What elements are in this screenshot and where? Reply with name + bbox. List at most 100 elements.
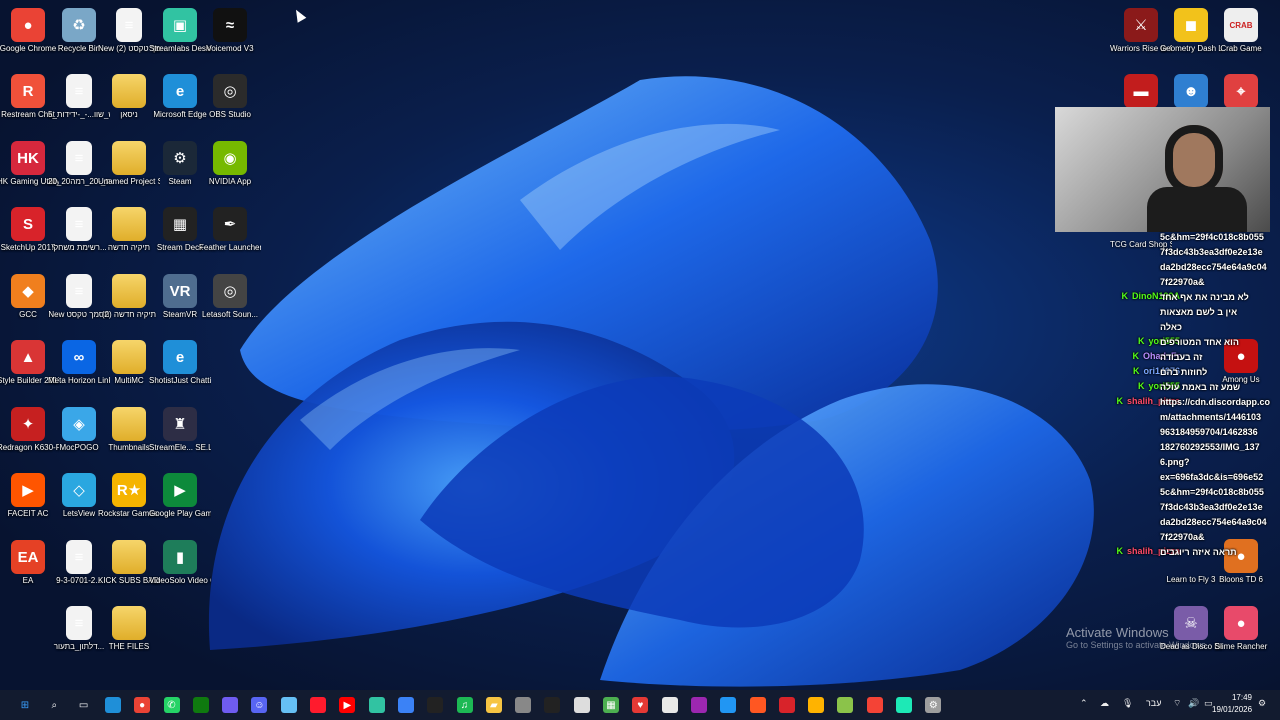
capcut-icon[interactable] [544,697,561,713]
chat-message-text: שמע זה באמת עולה [1160,382,1241,392]
edge-icon[interactable] [104,697,121,713]
game-icon[interactable] [749,697,766,713]
desktop-icon[interactable]: ✒ Feather Launcher [199,203,261,253]
kick-badge-icon: K [1121,291,1128,301]
obs-icon: ◎ [213,74,247,108]
chat-message-text: https://cdn.discordapp.co [1160,397,1271,407]
feather-icon: ✒ [213,207,247,241]
chat-message-text: הוא אחד המטורפים [1160,337,1239,347]
folder-icon [112,407,146,441]
desktop-icon[interactable]: ⌖ [1210,70,1272,110]
restream-icon: R [11,74,45,108]
stream-deck-icon: ▦ [163,207,197,241]
minecraft-launcher-icon[interactable] [837,697,854,713]
voicemod-icon[interactable] [896,697,912,713]
chat-message-text: 7f3dc43b3ea3df0e2e13e [1160,502,1263,512]
steamvr-icon: VR [163,274,197,308]
search-icon[interactable]: ⌕ [46,697,62,713]
opera-icon[interactable] [310,697,326,713]
folder-icon [112,74,146,108]
sketchup-icon[interactable] [778,697,795,713]
photos-icon[interactable] [720,697,737,713]
desktop-icon-label: Letasoft Soun... [201,310,259,319]
desktop-icon-label: ShotistJust Chatting56 [149,376,211,385]
chat-message-text: 5c&hm=29f4c018c8b055 [1160,232,1264,242]
minecraft-icon[interactable]: ▦ [603,697,619,713]
wifi-icon[interactable]: ⌔ [1173,698,1181,709]
folder-icon [112,540,146,574]
whatsapp-icon[interactable]: ✆ [163,697,180,713]
chat-message-text: 7f3dc43b3ea3df0e2e13e [1160,247,1263,257]
language-indicator[interactable]: עבר [1146,698,1161,708]
youtube-icon[interactable]: ▶ [339,697,356,713]
terminal-icon[interactable] [427,697,444,713]
desktop-icon[interactable]: ◎ Letasoft Soun... [199,270,261,320]
geometry-dash-icon: ◼ [1174,8,1208,42]
chrome-icon[interactable]: ● [134,697,151,713]
desktop-icon[interactable]: ◉ NVIDIA App [199,137,261,187]
clock[interactable]: 17:49 19/01/2026 [1212,692,1252,716]
desktop-icon[interactable]: ▶ Google Play Games [149,469,211,519]
app-icon[interactable] [515,697,532,713]
xbox-icon[interactable] [192,697,209,713]
document-icon: ≡ [66,606,92,640]
edge-icon: e [163,340,197,374]
videosolo-icon: ▮ [163,540,197,574]
heart-app-icon[interactable]: ♥ [632,697,649,713]
hk-gaming-icon: HK [11,141,45,175]
notepad-icon[interactable] [661,697,678,713]
task-view-icon[interactable]: ▭ [76,697,92,713]
close-app-icon[interactable] [573,697,590,713]
desktop-icon[interactable]: e ShotistJust Chatting56 [149,336,211,386]
chat-message-text: 6.png? [1160,457,1190,467]
clock-date: 19/01/2026 [1212,705,1253,714]
desktop-icon[interactable]: THE FILES [98,602,160,652]
steam-icon[interactable] [280,697,297,713]
desktop-icon[interactable]: CRAB Crab Game [1210,4,1272,54]
stream-chat-overlay: 5c&hm=29f4c018c8b055 7f3dc43b3ea3df0e2e13… [1080,232,1280,582]
text-document-icon: ≡ [66,274,92,308]
activate-windows-watermark: Activate Windows Go to Settings to activ… [1066,625,1276,650]
clock-time: 17:49 [1231,693,1252,702]
chat-message-text: זה בעבודה [1160,352,1203,362]
chat-message-text: da2bd28ecc754e64a9c04 [1160,517,1267,527]
file-icon[interactable] [808,697,825,713]
youtube-music-icon[interactable] [866,697,883,713]
warriors-icon: ⚔ [1124,8,1158,42]
copilot-icon[interactable] [222,697,239,713]
onedrive-icon[interactable]: ☁ [1100,698,1109,709]
chat-message-text: ex=696fa3dc&is=696e52 [1160,472,1264,482]
streamer-body [1147,187,1247,232]
edge-icon: e [163,74,197,108]
chat-message-text: לחוזות בהם [1160,367,1208,377]
meta-icon: ∞ [62,340,96,374]
microphone-icon[interactable]: 🎙 [1122,698,1133,709]
sketchup-icon: S [11,207,45,241]
discord-icon[interactable]: ☺ [251,697,268,713]
chat-message-text: 7f22970a& [1160,277,1205,287]
file-explorer-icon[interactable]: ▰ [485,697,502,713]
game-icon: ☻ [1174,74,1208,108]
tray-overflow-icon[interactable]: ⌃ [1080,698,1088,709]
spotify-icon[interactable]: ♫ [456,697,473,713]
video-app-icon[interactable] [690,697,707,713]
style-builder-icon: ▲ [11,340,45,374]
google-play-games-icon: ▶ [163,473,197,507]
desktop-icon-label: Google Play Games [149,509,211,518]
folder-icon [112,606,146,640]
kick-badge-icon: K [1137,336,1145,346]
notification-icon[interactable]: ⚙ [1258,698,1266,709]
webcam-overlay [1055,107,1270,232]
store-icon[interactable] [397,697,414,713]
recycle-bin-icon: ♻ [62,8,96,42]
streamlabs-icon: ▣ [163,8,197,42]
desktop-icon[interactable]: ♜ StreamEle... SE.Live [149,403,211,453]
settings-icon[interactable]: ⚙ [925,697,942,713]
streamlabs-icon[interactable] [368,697,385,713]
desktop-icon[interactable]: ▮ VideoSolo Video C... [149,536,211,586]
desktop-icon[interactable]: ◎ OBS Studio [199,70,261,120]
desktop-icon[interactable]: ≈ Voicemod V3 [199,4,261,54]
windows-start-icon[interactable]: ⊞ [17,697,33,713]
volume-icon[interactable]: 🔊 [1188,698,1199,709]
ea-icon: EA [11,540,45,574]
